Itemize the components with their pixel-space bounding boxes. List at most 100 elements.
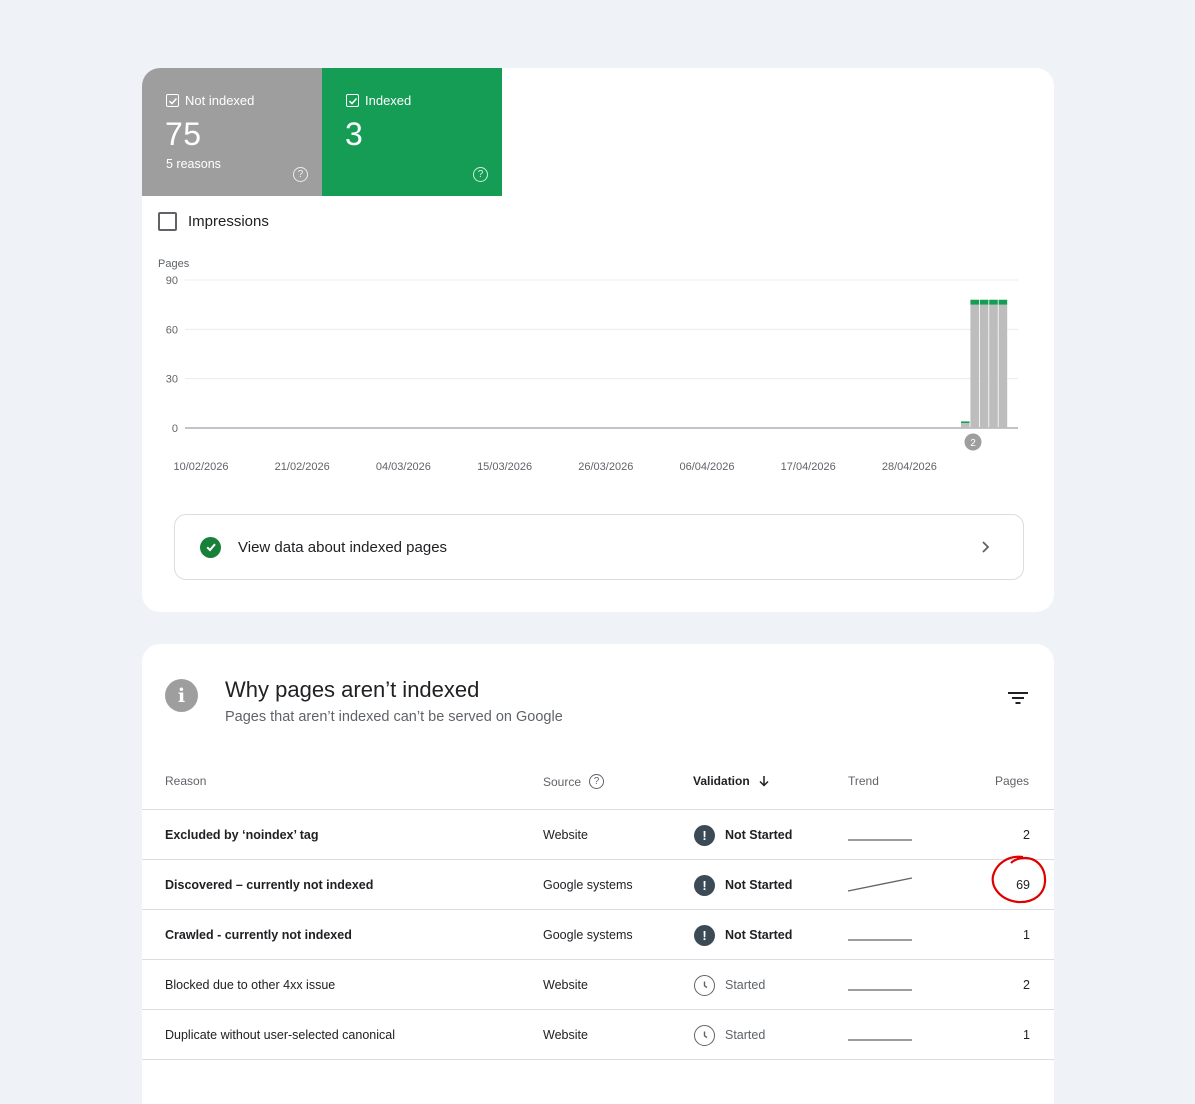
validation-status: Not Started [725,828,793,842]
validation-cell: Started [694,1010,765,1060]
chevron-right-icon [982,541,990,553]
table-row[interactable]: Discovered – currently not indexed Google… [142,860,1054,910]
y-tick-label: 30 [166,374,178,386]
checkbox-unchecked-icon[interactable] [158,212,177,231]
filter-icon[interactable] [1007,689,1029,707]
column-pages[interactable]: Pages [995,774,1029,788]
bar-not-indexed [961,423,970,428]
column-source-label: Source [543,774,582,789]
trend-sparkline [848,810,914,860]
not-indexed-header: Not indexed [166,93,254,108]
bar-not-indexed [989,304,998,428]
validation-status: Not Started [725,878,793,892]
validation-cell: ! Not Started [694,860,792,910]
help-icon[interactable]: ? [473,167,488,182]
not-indexed-label: Not indexed [185,93,255,108]
not-indexed-count: 75 [165,116,202,152]
validation-cell: ! Not Started [694,810,792,860]
trend-sparkline [848,1010,914,1060]
table-row[interactable]: Duplicate without user-selected canonica… [142,1010,1054,1060]
pages-cell[interactable]: 1 [1023,910,1030,960]
pages-cell[interactable]: 2 [1023,960,1030,1010]
checkbox-checked-icon[interactable] [346,94,359,107]
indexed-count: 3 [345,116,364,152]
trend-sparkline [848,860,914,910]
section-title: Why pages aren’t indexed [225,677,480,702]
bar-indexed [989,299,998,305]
impressions-toggle[interactable]: Impressions [158,212,269,231]
info-icon: i [165,679,198,712]
bar-indexed [961,421,970,424]
reason-cell: Discovered – currently not indexed [165,878,374,892]
red-annotation-circle [991,855,1047,904]
section-subtitle: Pages that aren’t indexed can’t be serve… [225,709,563,725]
y-tick-label: 60 [166,324,178,336]
bar-indexed [970,299,979,305]
table-header: Reason Source ? Validation Trend Pages [142,764,1054,810]
column-validation[interactable]: Validation [693,774,770,788]
validation-cell: ! Not Started [694,910,792,960]
indexed-tile[interactable]: Indexed 3 ? [322,68,502,196]
x-tick-label: 28/04/2026 [882,461,937,473]
help-icon[interactable]: ? [589,774,605,789]
help-icon[interactable]: ? [293,167,308,182]
source-cell: Google systems [543,878,633,892]
source-cell: Website [543,1028,588,1042]
trend-sparkline [848,960,914,1010]
pages-cell[interactable]: 1 [1023,1010,1030,1060]
why-not-indexed-card: i Why pages aren’t indexed Pages that ar… [142,644,1054,1104]
x-tick-label: 17/04/2026 [781,461,836,473]
column-validation-label: Validation [693,774,750,788]
indexed-label: Indexed [365,93,412,108]
trend-sparkline [848,910,914,960]
clock-icon [694,1024,715,1046]
table-row[interactable]: Crawled - currently not indexed Google sy… [142,910,1054,960]
arrow-down-icon [759,776,769,787]
validation-status: Started [725,978,766,992]
source-cell: Website [543,828,588,842]
indexed-header: Indexed [346,93,411,108]
view-indexed-pages-label: View data about indexed pages [238,538,448,556]
view-indexed-pages-link[interactable]: View data about indexed pages [174,514,1024,580]
x-tick-label: 06/04/2026 [679,461,734,473]
check-circle-icon [200,536,221,558]
pages-cell[interactable]: 2 [1023,810,1030,860]
exclamation-icon: ! [694,824,715,846]
table-row[interactable]: Excluded by ‘noindex’ tag Website! Not Sta… [142,810,1054,860]
validation-status: Started [725,1028,766,1042]
validation-status: Not Started [725,928,793,942]
column-trend: Trend [848,774,879,788]
x-tick-label: 21/02/2026 [275,461,330,473]
reason-cell: Excluded by ‘noindex’ tag [165,828,319,842]
bar-not-indexed [998,304,1008,428]
x-tick-label: 15/03/2026 [477,461,532,473]
column-reason[interactable]: Reason [165,774,206,788]
y-tick-label: 0 [172,423,178,435]
bar-not-indexed [970,304,979,428]
not-indexed-tile[interactable]: Not indexed 75 5 reasons ? [142,68,322,196]
y-axis-label: Pages [158,258,190,270]
source-cell: Website [543,978,588,992]
pages-chart: Pages 90 60 30 0 10/02/2026 21/02/2026 04/03/… [158,258,1018,473]
not-indexed-reasons: 5 reasons [166,157,221,171]
chart-annotation-marker[interactable]: 2 [964,433,982,451]
exclamation-icon: ! [694,924,715,946]
index-coverage-card: Not indexed 75 5 reasons ? Indexed 3 ? I… [142,68,1054,612]
reason-cell: Blocked due to other 4xx issue [165,978,336,992]
column-source[interactable]: Source ? [543,774,605,789]
bar-not-indexed [979,304,989,428]
source-cell: Google systems [543,928,633,942]
exclamation-icon: ! [694,874,715,896]
impressions-label: Impressions [188,213,269,230]
clock-icon [694,974,715,996]
table-row[interactable]: Blocked due to other 4xx issue Website Sta… [142,960,1054,1010]
x-tick-label: 04/03/2026 [376,461,431,473]
x-tick-label: 26/03/2026 [578,461,633,473]
x-tick-label: 10/02/2026 [173,461,228,473]
bar-indexed [979,299,989,305]
reason-cell: Crawled - currently not indexed [165,928,352,942]
reason-cell: Duplicate without user-selected canonica… [165,1028,395,1042]
y-tick-label: 90 [166,275,178,287]
checkbox-checked-icon[interactable] [166,94,179,107]
chart-annotation-label: 2 [970,438,976,449]
